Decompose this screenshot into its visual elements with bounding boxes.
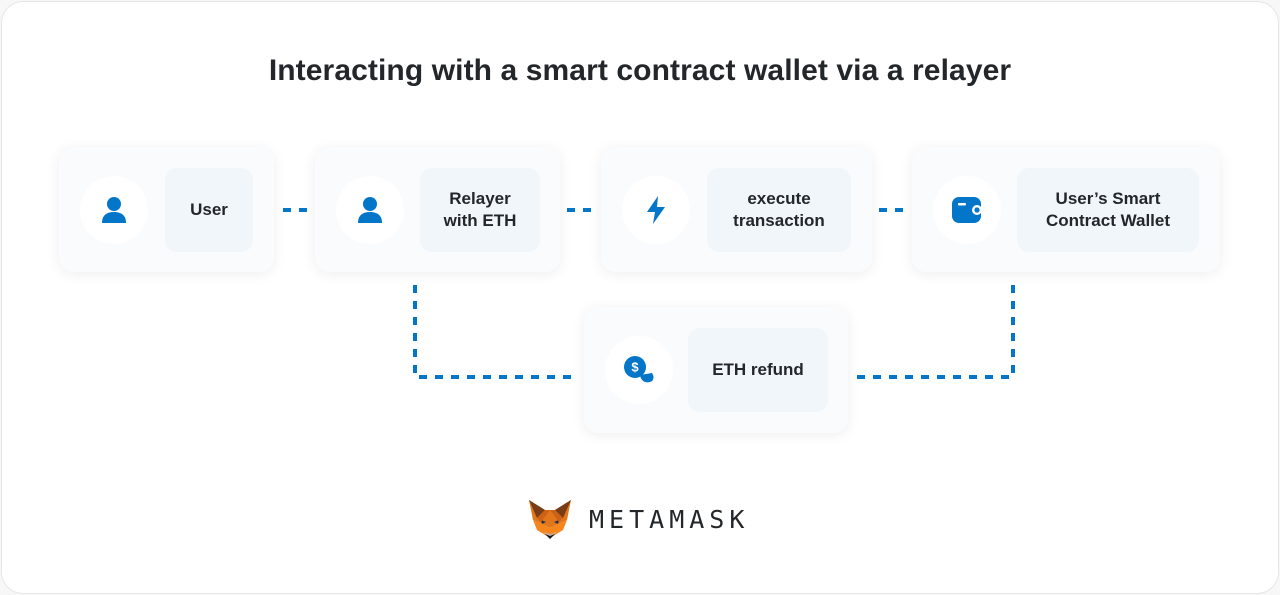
- node-user: User: [59, 147, 274, 272]
- brand-logo: METAMASK: [527, 498, 749, 540]
- node-label: Relayer with ETH: [420, 168, 540, 252]
- node-label: User: [165, 168, 253, 252]
- node-label: User’s Smart Contract Wallet: [1017, 168, 1199, 252]
- user-icon: [102, 197, 126, 223]
- svg-text:$: $: [631, 360, 639, 375]
- node-execute: execute transaction: [601, 147, 872, 272]
- diagram-title: Interacting with a smart contract wallet…: [268, 54, 1012, 87]
- icon-circle: $: [605, 336, 673, 404]
- coins-icon: $: [624, 356, 654, 384]
- node-wallet: User’s Smart Contract Wallet: [912, 147, 1220, 272]
- node-label: ETH refund: [688, 328, 828, 412]
- user-icon: [358, 197, 382, 223]
- wallet-icon: [952, 197, 982, 223]
- icon-circle: [622, 176, 690, 244]
- node-refund: $ ETH refund: [584, 307, 848, 433]
- icon-circle: [336, 176, 404, 244]
- lightning-icon: [647, 196, 665, 224]
- icon-circle: [80, 176, 148, 244]
- brand-name: METAMASK: [589, 504, 750, 534]
- node-relayer: Relayer with ETH: [315, 147, 560, 272]
- metamask-fox-icon: [529, 500, 571, 539]
- icon-circle: [933, 176, 1001, 244]
- node-label: execute transaction: [707, 168, 851, 252]
